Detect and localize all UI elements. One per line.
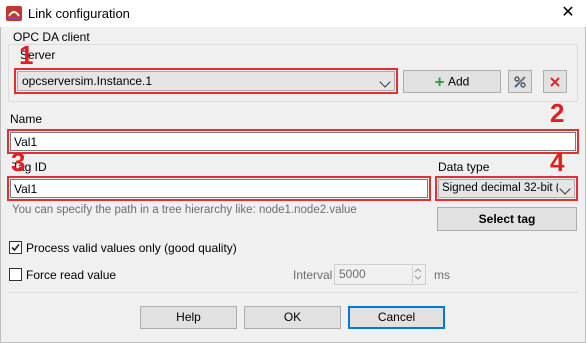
- process-valid-label: Process valid values only (good quality): [26, 241, 237, 255]
- server-select[interactable]: opcserversim.Instance.1: [17, 71, 395, 91]
- spin-down-icon: [414, 275, 422, 280]
- force-read-checkbox[interactable]: [9, 268, 22, 281]
- tag-id-input[interactable]: Val1: [10, 179, 428, 198]
- server-settings-button[interactable]: [508, 70, 532, 93]
- server-select-value: opcserversim.Instance.1: [22, 74, 153, 88]
- data-type-label: Data type: [438, 160, 490, 174]
- remove-server-button[interactable]: [543, 70, 567, 93]
- interval-input[interactable]: 5000: [334, 264, 426, 285]
- spin-up-icon: [414, 268, 422, 273]
- interval-spinner[interactable]: [412, 266, 424, 283]
- interval-label: Interval: [293, 268, 333, 282]
- data-type-select[interactable]: Signed decimal 32-bit (I3: [438, 179, 575, 198]
- annotation-number-2: 2: [550, 98, 565, 128]
- window-title: Link configuration: [28, 6, 130, 21]
- add-button-label: Add: [447, 74, 470, 89]
- ok-button[interactable]: OK: [244, 306, 341, 329]
- tag-path-hint: You can specify the path in a tree hiera…: [12, 204, 357, 216]
- add-server-button[interactable]: + Add: [403, 70, 501, 93]
- select-tag-button[interactable]: Select tag: [437, 207, 577, 231]
- annotation-number-1: 1: [19, 40, 34, 70]
- close-icon[interactable]: ✕: [554, 2, 582, 24]
- title-bar: Link configuration ✕: [0, 0, 586, 27]
- help-button[interactable]: Help: [140, 306, 237, 329]
- chevron-down-icon: [559, 183, 571, 195]
- cancel-button[interactable]: Cancel: [348, 306, 445, 329]
- close-icon: [550, 77, 560, 87]
- force-read-label: Force read value: [26, 268, 117, 282]
- checkmark-icon: [11, 243, 20, 252]
- app-icon: [6, 6, 22, 21]
- data-type-select-value: Signed decimal 32-bit (I3: [442, 182, 558, 194]
- tools-icon: [514, 76, 526, 88]
- chevron-down-icon: [379, 76, 391, 88]
- interval-unit: ms: [434, 268, 450, 282]
- process-valid-checkbox[interactable]: [9, 241, 22, 254]
- annotation-number-3: 3: [11, 147, 26, 177]
- interval-value: 5000: [339, 267, 366, 281]
- name-label: Name: [10, 112, 43, 126]
- name-input[interactable]: Val1: [10, 132, 576, 151]
- annotation-number-4: 4: [550, 147, 565, 177]
- bottom-separator: [8, 292, 578, 293]
- plus-icon: +: [434, 72, 445, 92]
